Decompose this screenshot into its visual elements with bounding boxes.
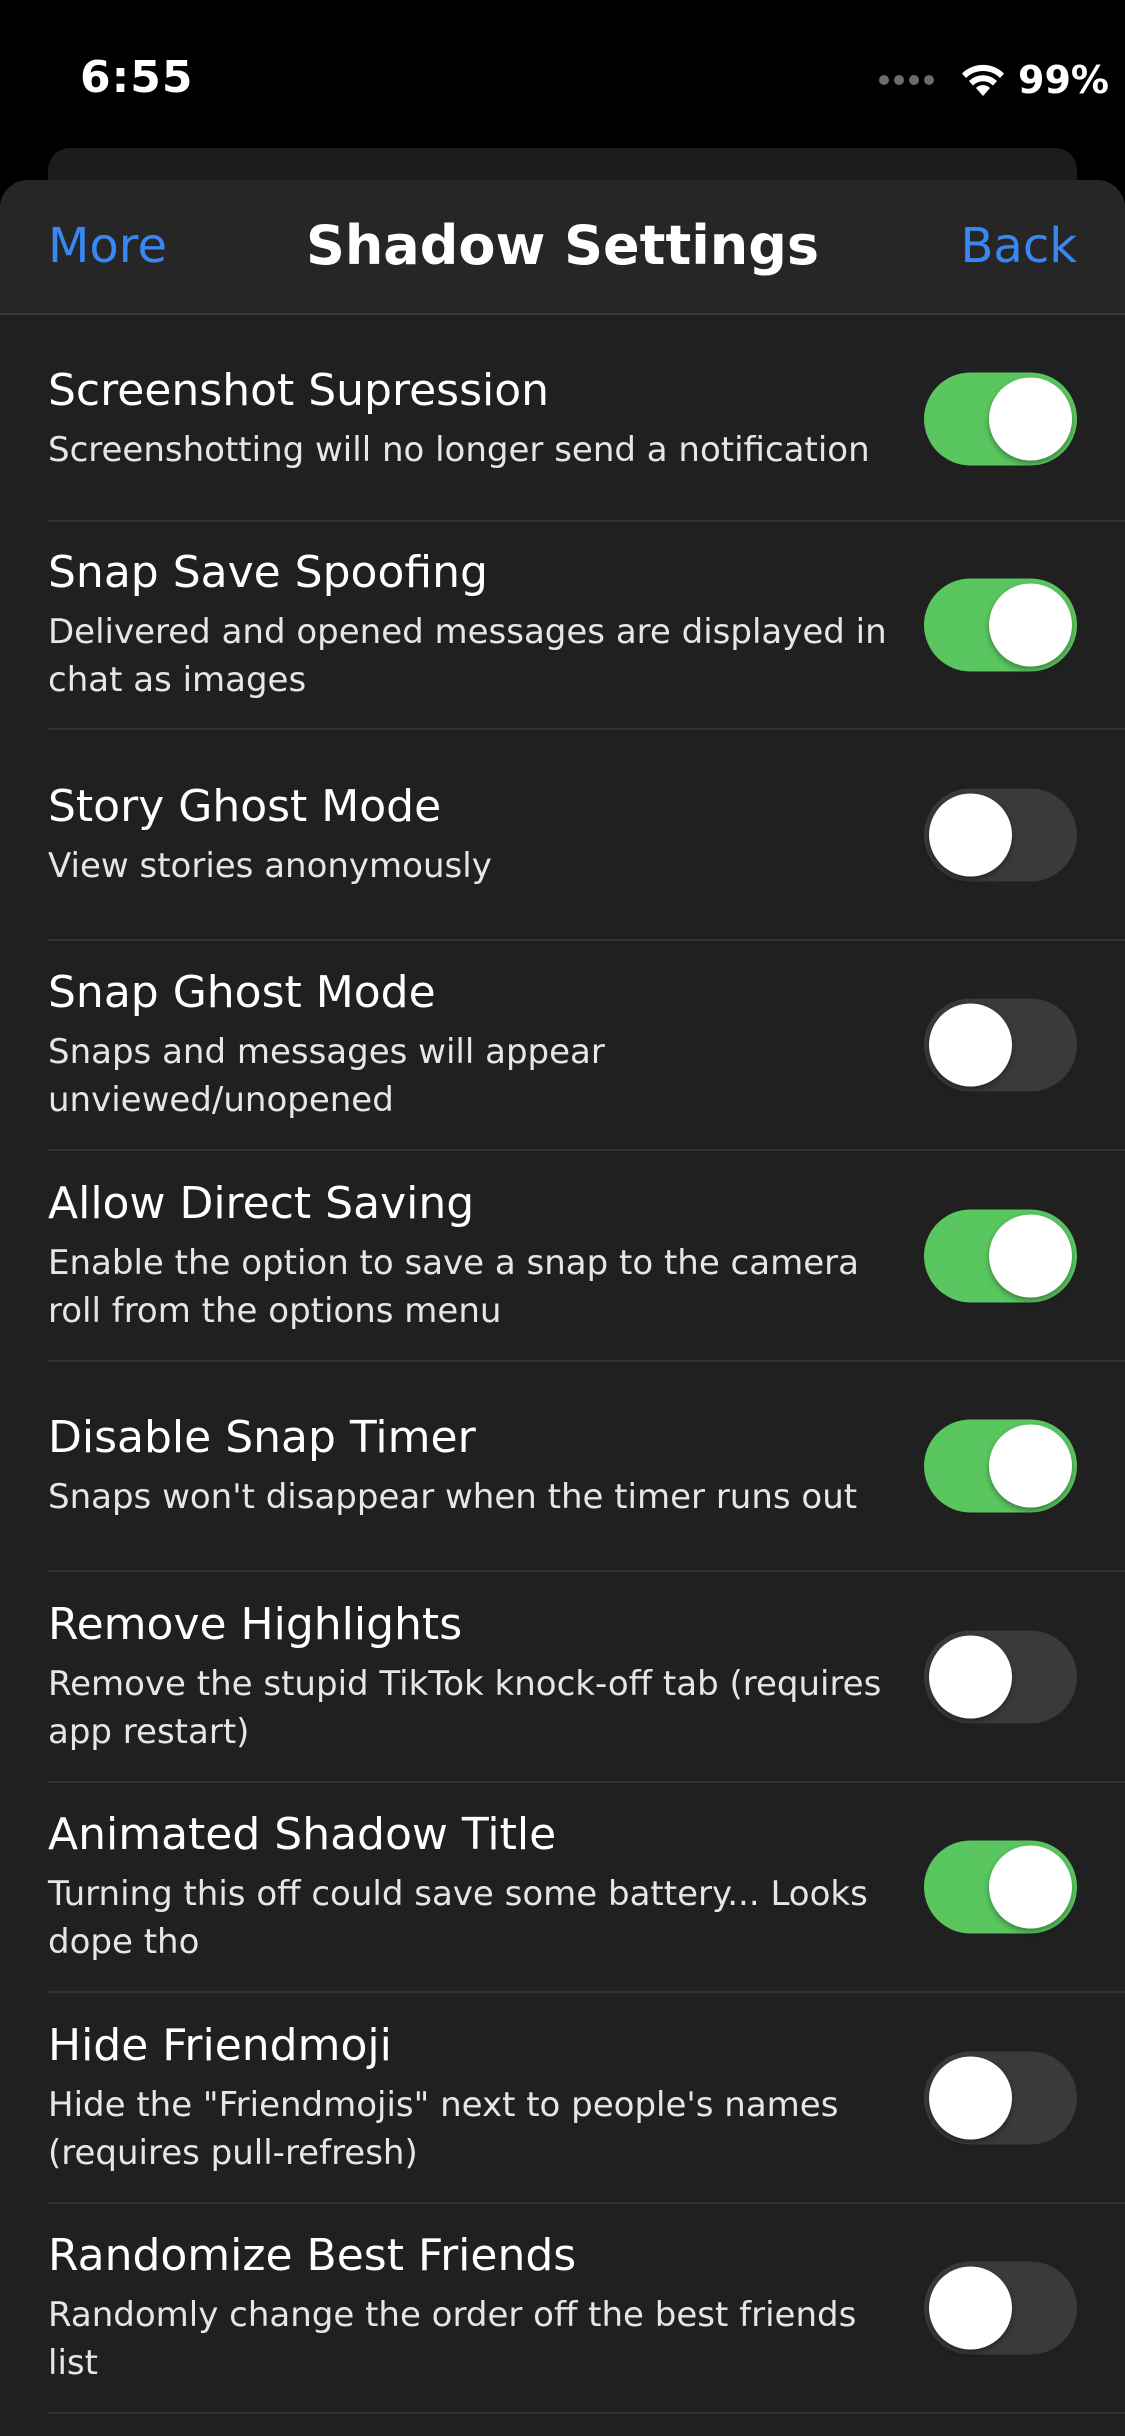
navigation-bar: More Shadow Settings Back (0, 180, 1125, 315)
setting-text: Remove Highlights Remove the stupid TikT… (48, 1598, 895, 1756)
setting-title: Remove Highlights (48, 1598, 463, 1650)
toggle-knob (929, 793, 1012, 876)
setting-text: Randomize Best Friends Randomly change t… (48, 2229, 895, 2387)
setting-title: Snap Ghost Mode (48, 967, 436, 1018)
status-time: 6:55 (80, 52, 194, 103)
setting-title: Disable Snap Timer (48, 1412, 476, 1463)
remove-highlights-toggle[interactable] (924, 1630, 1077, 1723)
setting-text: Allow Direct Saving Enable the option to… (48, 1177, 895, 1335)
toggle-knob (929, 1003, 1012, 1087)
setting-row-hide-friendmoji: Hide Friendmoji Hide the "Friendmojis" n… (48, 1993, 1125, 2204)
setting-text: Snap Save Spoofing Delivered and opened … (48, 546, 895, 704)
snap-save-spoofing-toggle[interactable] (924, 578, 1077, 672)
setting-description: Enable the option to save a snap to the … (48, 1242, 859, 1331)
setting-description: Snaps won't disappear when the timer run… (48, 1477, 858, 1517)
setting-row-randomize-best-friends: Randomize Best Friends Randomly change t… (48, 2204, 1125, 2414)
setting-row-remove-highlights: Remove Highlights Remove the stupid TikT… (48, 1572, 1125, 1783)
setting-description: Remove the stupid TikTok knock-off tab (… (48, 1663, 882, 1752)
setting-row-snap-ghost-mode: Snap Ghost Mode Snaps and messages will … (48, 941, 1125, 1151)
back-button[interactable]: Back (960, 218, 1077, 274)
setting-description: Hide the "Friendmojis" next to people's … (48, 2084, 839, 2173)
snap-ghost-mode-toggle[interactable] (924, 998, 1077, 1092)
setting-row-snap-save-spoofing: Snap Save Spoofing Delivered and opened … (48, 522, 1125, 730)
status-indicators: 99% (879, 58, 1109, 102)
toggle-knob (929, 1635, 1012, 1718)
setting-title: Story Ghost Mode (48, 780, 442, 832)
setting-title: Screenshot Supression (48, 364, 550, 416)
toggle-knob (989, 583, 1072, 667)
setting-description: Randomly change the order off the best f… (48, 2295, 857, 2383)
screenshot-supression-toggle[interactable] (924, 372, 1077, 465)
cellular-signal-icon (879, 75, 935, 85)
setting-row-disable-snap-timer: Disable Snap Timer Snaps won't disappear… (48, 1362, 1125, 1572)
randomize-best-friends-toggle[interactable] (924, 2261, 1077, 2355)
setting-text: Screenshot Supression Screenshotting wil… (48, 364, 895, 474)
settings-list: Screenshot Supression Screenshotting wil… (0, 315, 1125, 2414)
setting-title: Allow Direct Saving (48, 1177, 475, 1229)
setting-row-story-ghost-mode: Story Ghost Mode View stories anonymousl… (48, 730, 1125, 941)
toggle-knob (989, 1845, 1072, 1929)
setting-text: Animated Shadow Title Turning this off c… (48, 1808, 895, 1966)
setting-description: View stories anonymously (48, 845, 492, 886)
animated-shadow-title-toggle[interactable] (924, 1840, 1077, 1934)
disable-snap-timer-toggle[interactable] (924, 1419, 1077, 1513)
setting-text: Disable Snap Timer Snaps won't disappear… (48, 1411, 895, 1521)
page-title: Shadow Settings (305, 214, 820, 277)
setting-text: Story Ghost Mode View stories anonymousl… (48, 780, 895, 890)
setting-description: Delivered and opened messages are displa… (48, 612, 887, 700)
toggle-knob (929, 2056, 1012, 2139)
hide-friendmoji-toggle[interactable] (924, 2051, 1077, 2144)
setting-row-allow-direct-saving: Allow Direct Saving Enable the option to… (48, 1151, 1125, 1362)
wifi-icon (962, 64, 1005, 96)
toggle-knob (929, 2266, 1012, 2350)
setting-title: Animated Shadow Title (48, 1809, 557, 1860)
toggle-knob (989, 377, 1072, 460)
setting-title: Snap Save Spoofing (48, 547, 488, 598)
story-ghost-mode-toggle[interactable] (924, 788, 1077, 881)
setting-description: Turning this off could save some battery… (48, 1874, 868, 1962)
setting-description: Snaps and messages will appear unviewed/… (48, 1032, 605, 1120)
setting-row-animated-shadow-title: Animated Shadow Title Turning this off c… (48, 1783, 1125, 1993)
setting-title: Hide Friendmoji (48, 2019, 392, 2071)
settings-sheet: More Shadow Settings Back Screenshot Sup… (0, 180, 1125, 2436)
battery-percentage: 99% (1018, 58, 1109, 102)
setting-text: Hide Friendmoji Hide the "Friendmojis" n… (48, 2019, 895, 2177)
setting-title: Randomize Best Friends (48, 2230, 577, 2281)
toggle-knob (989, 1214, 1072, 1297)
setting-text: Snap Ghost Mode Snaps and messages will … (48, 966, 895, 1124)
toggle-knob (989, 1424, 1072, 1508)
setting-description: Screenshotting will no longer send a not… (48, 429, 870, 470)
status-bar: 6:55 99% (0, 0, 1125, 150)
allow-direct-saving-toggle[interactable] (924, 1209, 1077, 1302)
setting-row-screenshot-supression: Screenshot Supression Screenshotting wil… (48, 317, 1125, 522)
